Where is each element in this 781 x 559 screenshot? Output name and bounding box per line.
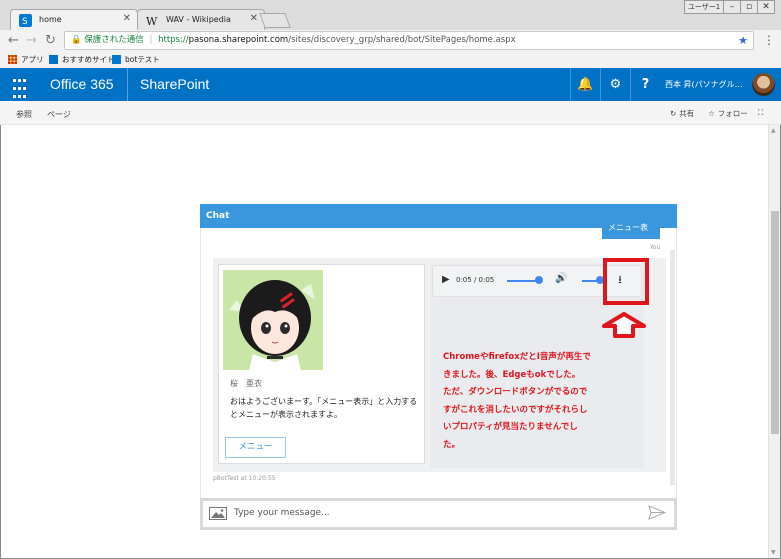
url-host: pasona.sharepoint.com <box>188 35 289 45</box>
audio-time: 0:05 / 0:05 <box>456 276 495 284</box>
annotation-highlight-box <box>603 258 649 305</box>
scroll-down-icon[interactable]: ▼ <box>771 549 776 556</box>
annotation-line: きました。後、Edgeもokでした。 <box>443 369 581 380</box>
audio-progress-handle[interactable] <box>535 276 543 284</box>
volume-icon[interactable]: 🔊 <box>555 273 567 284</box>
tab-home[interactable]: S home ✕ <box>10 9 138 31</box>
tab-page[interactable]: ページ <box>47 109 71 120</box>
close-window-icon[interactable]: ✕ <box>757 0 775 14</box>
lock-icon: 🔒 <box>71 35 82 45</box>
brand-divider <box>127 68 128 101</box>
anime-girl-illustration <box>223 270 323 370</box>
sharepoint-favicon-icon: S <box>19 14 32 27</box>
tab-close-icon[interactable]: ✕ <box>250 13 258 24</box>
follow-label: フォロー <box>717 109 748 118</box>
new-tab-button[interactable] <box>259 13 291 28</box>
sharepoint-app-title[interactable]: SharePoint <box>140 76 209 92</box>
tab-close-icon[interactable]: ✕ <box>123 13 131 24</box>
annotation-line: いプロパティが見当たりませんでし <box>443 422 578 432</box>
annotation-line: た。 <box>443 439 461 450</box>
image-upload-icon[interactable] <box>209 507 227 520</box>
window-user-label[interactable]: ユーザー1 <box>684 0 724 14</box>
forward-arrow-icon[interactable]: → <box>26 33 37 49</box>
annotation-text: ChromeやfirefoxだとI音声が再生で きました。後、Edgeもokでし… <box>443 349 629 454</box>
bookmark-apps-label: アプリ <box>21 55 44 64</box>
star-outline-icon: ☆ <box>708 109 715 118</box>
office365-brand[interactable]: Office 365 <box>50 76 114 92</box>
bookmark-bottest-label: botテスト <box>125 55 160 64</box>
bookmark-apps[interactable]: アプリ <box>8 54 44 65</box>
you-label: You <box>650 244 661 251</box>
sharepoint-icon <box>112 55 121 64</box>
focus-mode-icon[interactable]: ⛶ <box>758 108 763 118</box>
hero-title: 桜 亜衣 <box>230 379 262 388</box>
bing-icon <box>49 55 58 64</box>
command-bar: 参照 ページ ↻ 共有 ☆ フォロー ⛶ <box>0 101 781 125</box>
share-label: 共有 <box>679 109 695 118</box>
follow-button[interactable]: ☆ フォロー <box>708 108 748 119</box>
share-icon: ↻ <box>670 109 677 118</box>
tab-wikipedia-label: WAV - Wikipedia <box>166 15 231 24</box>
tab-wikipedia[interactable]: W WAV - Wikipedia ✕ <box>137 9 265 31</box>
user-message-bubble: メニュー表 <box>602 218 660 239</box>
annotation-line: ChromeやfirefoxだとI音声が再生で <box>443 352 591 362</box>
play-icon[interactable]: ▶ <box>442 274 450 285</box>
share-button[interactable]: ↻ 共有 <box>670 108 694 119</box>
tab-browse[interactable]: 参照 <box>16 109 32 120</box>
svg-text:W: W <box>146 15 158 27</box>
address-bar[interactable]: 🔒 保護された通信 | https://pasona.sharepoint.co… <box>64 31 754 50</box>
app-launcher-waffle-icon[interactable] <box>0 68 36 101</box>
bookmark-recommended[interactable]: おすすめサイト <box>49 54 115 65</box>
bot-timestamp: pBotTest at 10:20:55 <box>213 475 276 482</box>
back-arrow-icon[interactable]: ← <box>8 33 19 49</box>
minimize-icon[interactable]: – <box>723 0 741 14</box>
omnibox-separator: | <box>149 35 153 45</box>
annotation-arrow-up-icon <box>602 312 646 338</box>
url-path: /sites/discovery_grp/shared/bot/SitePage… <box>288 35 516 45</box>
suite-bar: Office 365 SharePoint 🔔 ⚙ ? 西本 昇(パソナグル… <box>0 68 781 101</box>
gear-icon[interactable]: ⚙ <box>600 68 630 101</box>
apps-grid-icon <box>8 55 17 64</box>
window-controls: ユーザー1 – ▫ ✕ <box>684 0 775 14</box>
avatar[interactable] <box>752 73 775 96</box>
annotation-line: ただ、ダウンロードボタンがでるので <box>443 387 588 397</box>
message-input[interactable] <box>234 508 634 518</box>
send-icon[interactable] <box>648 505 666 520</box>
character-image <box>223 270 323 370</box>
url-scheme: https:// <box>158 35 189 45</box>
tab-strip: S home ✕ W WAV - Wikipedia ✕ ユーザー1 – ▫ ✕ <box>0 0 781 31</box>
user-name[interactable]: 西本 昇(パソナグル… <box>665 79 743 90</box>
bookmark-recommended-label: おすすめサイト <box>62 55 115 64</box>
svg-text:S: S <box>22 17 28 27</box>
maximize-icon[interactable]: ▫ <box>740 0 758 14</box>
scroll-up-icon[interactable]: ▲ <box>771 127 776 134</box>
hero-text: おはようございまーす。「メニュー表示」と入力するとメニューが表示されますよ。 <box>230 397 418 419</box>
tab-home-label: home <box>39 15 62 24</box>
scrollbar-thumb[interactable] <box>771 211 779 434</box>
secure-label: 保護された通信 <box>84 35 144 45</box>
page-scrollbar[interactable]: ▲ ▼ <box>768 125 780 558</box>
menu-button[interactable]: メニュー <box>225 437 286 458</box>
chrome-menu-icon[interactable]: ⋮ <box>763 34 775 46</box>
reload-icon[interactable]: ↻ <box>45 33 56 49</box>
bookmark-bottest[interactable]: botテスト <box>112 54 160 65</box>
bookmarks-bar: アプリ おすすめサイト botテスト <box>0 52 781 68</box>
bookmark-star-icon[interactable]: ★ <box>738 32 748 49</box>
help-icon[interactable]: ? <box>630 68 660 101</box>
bell-icon[interactable]: 🔔 <box>570 68 600 101</box>
chat-scrollbar[interactable] <box>670 250 675 485</box>
annotation-line: すがこれを消したいのですがそれらし <box>443 404 588 415</box>
wikipedia-favicon-icon: W <box>146 15 158 27</box>
